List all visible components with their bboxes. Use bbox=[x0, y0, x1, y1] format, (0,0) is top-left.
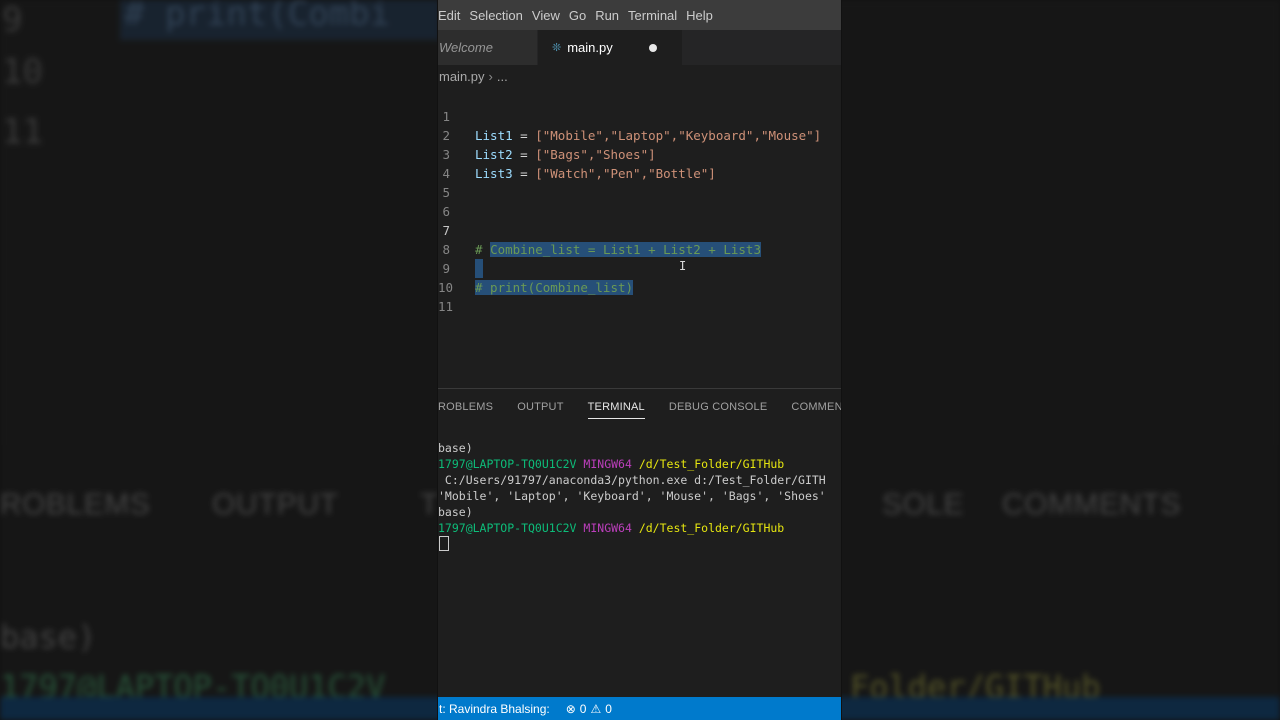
status-user-label[interactable]: t: Ravindra Bhalsing: bbox=[438, 702, 550, 716]
terminal-line: C:/Users/91797/anaconda3/python.exe d:/T… bbox=[438, 473, 826, 487]
bg-tab: T bbox=[420, 488, 439, 521]
warning-count: 0 bbox=[605, 701, 612, 716]
bg-tab: OUTPUT bbox=[212, 488, 339, 521]
terminal-input-line bbox=[438, 536, 841, 552]
menu-selection[interactable]: Selection bbox=[469, 8, 531, 23]
bg-tab: COMMENTS bbox=[1002, 488, 1181, 521]
tab-main-py[interactable]: ❊ main.py bbox=[538, 30, 683, 65]
menu-go[interactable]: Go bbox=[569, 8, 595, 23]
mouse-ibeam-icon: I bbox=[679, 259, 687, 273]
panel-tabs: ROBLEMS OUTPUT TERMINAL DEBUG CONSOLE CO… bbox=[438, 388, 841, 425]
code-line: 9 # print(Combine_list) bbox=[438, 240, 841, 295]
error-count: 0 bbox=[579, 701, 587, 716]
status-bar: t: Ravindra Bhalsing: ⊗ 0 ⚠ 0 bbox=[438, 697, 841, 720]
line-number: 11 bbox=[438, 299, 454, 314]
breadcrumb-ellipsis[interactable]: ... bbox=[497, 69, 508, 84]
tab-comments[interactable]: COMMENTS bbox=[791, 389, 841, 425]
warning-icon: ⚠ bbox=[590, 701, 602, 716]
terminal-prompt: 1797@LAPTOP-TQ0U1C2V MINGW64 /d/Test_Fol… bbox=[438, 521, 785, 535]
menu-view[interactable]: View bbox=[532, 8, 569, 23]
bg-line-number: 9 bbox=[2, 0, 23, 40]
breadcrumb-file[interactable]: main.py bbox=[439, 69, 485, 84]
code-line: 6 bbox=[438, 183, 841, 219]
code-line: 7 # Combine_list = List1 + List2 + List3 bbox=[438, 202, 841, 257]
code-editor[interactable]: 1 List1 = ["Mobile","Laptop","Keyboard",… bbox=[438, 87, 841, 387]
terminal-line: 'Mobile', 'Laptop', 'Keyboard', 'Mouse',… bbox=[438, 489, 826, 503]
tab-output[interactable]: OUTPUT bbox=[517, 389, 563, 425]
menu-edit[interactable]: Edit bbox=[438, 8, 469, 23]
code-line: 5 bbox=[438, 164, 841, 200]
terminal-prompt: 1797@LAPTOP-TQ0U1C2V MINGW64 /d/Test_Fol… bbox=[438, 457, 785, 471]
editor-tabs: Welcome ❊ main.py bbox=[438, 30, 841, 65]
bg-tab: SOLE bbox=[882, 488, 965, 521]
menu-terminal[interactable]: Terminal bbox=[628, 8, 686, 23]
menu-run[interactable]: Run bbox=[595, 8, 628, 23]
bg-line-number: 11 bbox=[2, 112, 43, 152]
terminal-line: base) bbox=[438, 441, 473, 455]
error-icon: ⊗ bbox=[565, 701, 576, 716]
tab-terminal[interactable]: TERMINAL bbox=[587, 389, 646, 425]
vscode-window: Edit Selection View Go Run Terminal Help… bbox=[438, 0, 841, 720]
tab-welcome[interactable]: Welcome bbox=[438, 30, 538, 65]
tab-welcome-label: Welcome bbox=[439, 40, 493, 55]
tab-main-label: main.py bbox=[567, 40, 613, 55]
python-file-icon: ❊ bbox=[552, 42, 562, 54]
code-line: 4 bbox=[438, 145, 841, 181]
code-line: 2 List2 = ["Bags","Shoes"] bbox=[438, 107, 841, 162]
code-line: 1 List1 = ["Mobile","Laptop","Keyboard",… bbox=[438, 88, 841, 143]
code-line: 11 bbox=[438, 278, 841, 314]
bg-tab: ROBLEMS bbox=[0, 488, 151, 521]
problems-counter[interactable]: ⊗ 0 ⚠ 0 bbox=[566, 702, 612, 716]
tab-debug-console[interactable]: DEBUG CONSOLE bbox=[669, 389, 768, 425]
menu-help[interactable]: Help bbox=[686, 8, 722, 23]
terminal-output[interactable]: base) 1797@LAPTOP-TQ0U1C2V MINGW64 /d/Te… bbox=[438, 440, 841, 552]
code-line: 8 bbox=[438, 221, 841, 278]
chevron-right-icon: › bbox=[488, 68, 493, 84]
screen: 9 10 11 # print(Combi ROBLEMS OUTPUT T S… bbox=[0, 0, 1280, 720]
breadcrumb: main.py › ... bbox=[438, 65, 841, 87]
terminal-line: base) bbox=[438, 505, 473, 519]
tab-problems[interactable]: ROBLEMS bbox=[438, 389, 493, 425]
code-line: 3 List3 = ["Watch","Pen","Bottle"] bbox=[438, 126, 841, 181]
bg-code-text: # print(Combi bbox=[124, 0, 391, 34]
terminal-cursor bbox=[439, 536, 449, 551]
menu-bar: Edit Selection View Go Run Terminal Help bbox=[438, 0, 841, 30]
bg-terminal-text: base) bbox=[0, 618, 97, 656]
bg-line-number: 10 bbox=[2, 52, 43, 92]
code-line: 10 bbox=[438, 259, 841, 295]
unsaved-dot-icon[interactable] bbox=[648, 43, 657, 52]
